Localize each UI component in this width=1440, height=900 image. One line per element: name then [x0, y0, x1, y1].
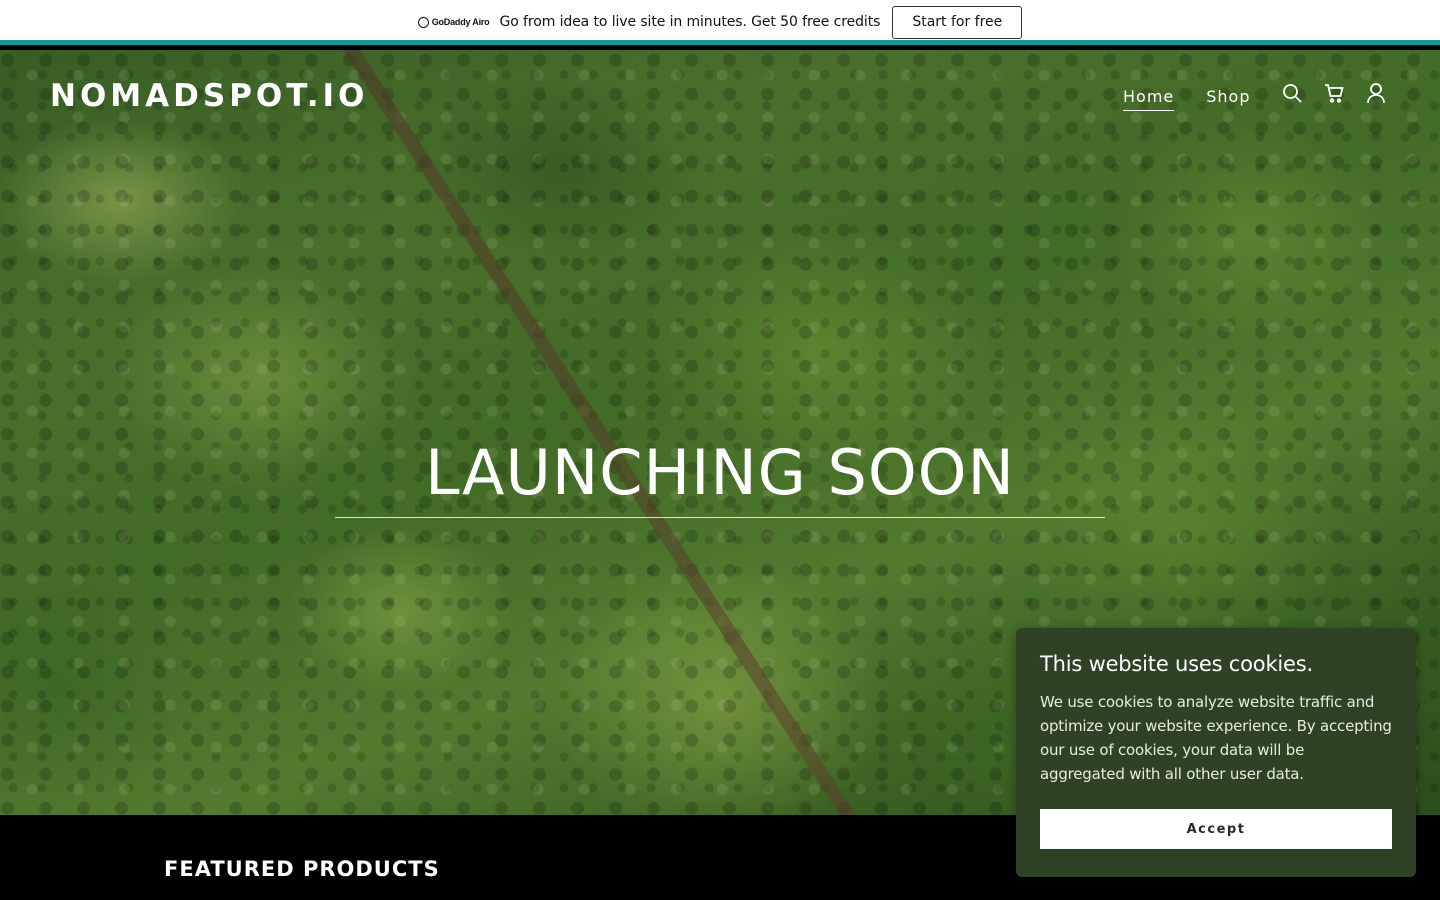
- promo-bar: GoDaddy Airo Go from idea to live site i…: [0, 0, 1440, 45]
- hero-title: LAUNCHING SOON: [425, 436, 1015, 509]
- site-logo[interactable]: NOMADSPOT.IO: [50, 78, 368, 114]
- promo-brand: GoDaddy Airo: [431, 17, 490, 27]
- main-nav: Home Shop: [1123, 87, 1251, 111]
- cookie-body: We use cookies to analyze website traffi…: [1040, 693, 1392, 783]
- cart-icon[interactable]: [1323, 82, 1345, 104]
- cookie-title: This website uses cookies.: [1040, 652, 1313, 676]
- cookie-banner: This website uses cookies. We use cookie…: [1016, 628, 1416, 877]
- featured-products-heading: FEATURED PRODUCTS: [164, 857, 440, 881]
- nav-home[interactable]: Home: [1123, 87, 1175, 111]
- promo-content: GoDaddy Airo Go from idea to live site i…: [417, 5, 1023, 39]
- header-icons: [1281, 82, 1387, 104]
- start-for-free-button[interactable]: Start for free: [892, 5, 1023, 39]
- nav-shop[interactable]: Shop: [1206, 87, 1250, 111]
- account-icon[interactable]: [1365, 82, 1387, 104]
- godaddy-airo-logo: GoDaddy Airo: [417, 16, 490, 28]
- promo-text: Go from idea to live site in minutes. Ge…: [499, 14, 881, 30]
- search-icon[interactable]: [1281, 82, 1303, 104]
- accept-cookies-button[interactable]: Accept: [1040, 809, 1392, 849]
- hero-divider: [335, 517, 1105, 518]
- godaddy-logo-icon: [417, 16, 429, 28]
